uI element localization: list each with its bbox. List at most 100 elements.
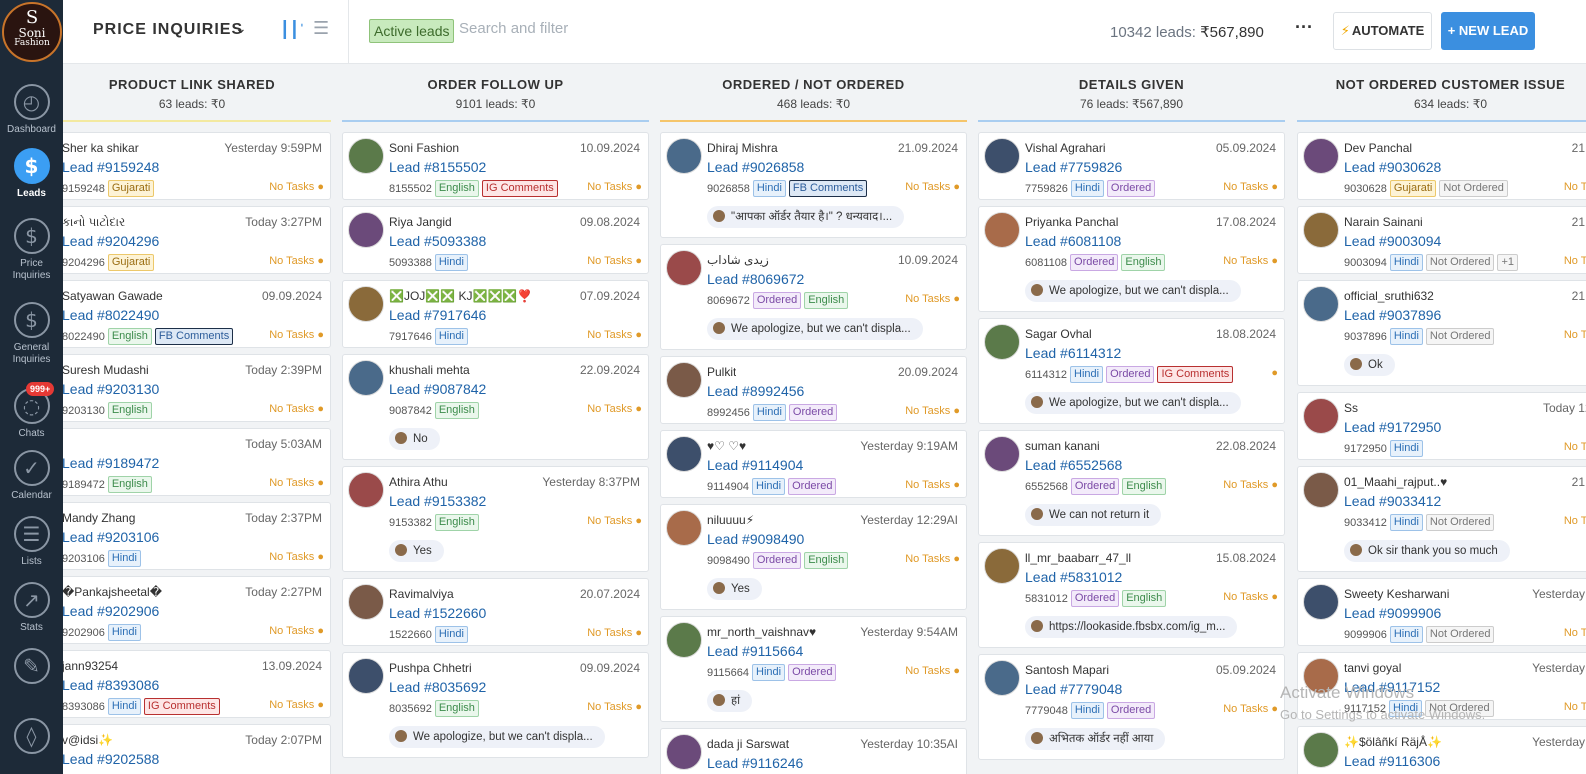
tasks-status[interactable]: No Tasks ● bbox=[587, 701, 642, 713]
tasks-status[interactable]: No Tasks ● bbox=[1223, 591, 1278, 603]
lead-tag[interactable]: Hindi bbox=[1389, 440, 1423, 458]
lead-link[interactable]: Lead #9030628 bbox=[1344, 159, 1441, 175]
lead-card[interactable]: Athira Athu Yesterday 8:37PM Lead #9153382… bbox=[342, 466, 649, 572]
tasks-status[interactable]: No Tasks ● bbox=[905, 405, 960, 417]
sidebar-item-price-inquiries[interactable]: $ Price Inquiries bbox=[0, 218, 63, 282]
lead-tag[interactable]: English bbox=[804, 552, 849, 570]
lead-card[interactable]: ll_mr_baabarr_47_ll 15.08.2024 Lead #58310… bbox=[978, 542, 1285, 648]
lead-tag[interactable]: English bbox=[434, 402, 479, 420]
lead-tag[interactable]: Not Ordered bbox=[1425, 254, 1495, 272]
lead-tag[interactable]: English bbox=[434, 700, 479, 718]
lead-tag[interactable]: English bbox=[107, 476, 152, 494]
tasks-status[interactable]: No Tasks ● bbox=[905, 293, 960, 305]
lead-tag[interactable]: English bbox=[1122, 478, 1167, 496]
lead-tag[interactable]: +1 bbox=[1497, 254, 1518, 272]
lead-tag[interactable]: Ordered bbox=[788, 404, 838, 422]
tasks-status[interactable]: No Tasks ● bbox=[905, 665, 960, 677]
lead-tag[interactable]: Ordered bbox=[1070, 590, 1120, 608]
tasks-status[interactable]: No Tasks ● bbox=[269, 255, 324, 267]
lead-link[interactable]: Lead #9033412 bbox=[1344, 493, 1441, 509]
lead-card[interactable]: mr_north_vaishnav♥ Yesterday 9:54AM Lead #… bbox=[660, 616, 967, 722]
lead-tag[interactable]: IG Comments bbox=[143, 698, 220, 716]
lead-tag[interactable]: Hindi bbox=[1389, 514, 1423, 532]
lead-link[interactable]: Lead #1522660 bbox=[389, 605, 486, 621]
lead-card[interactable]: Pulkit 20.09.2024 Lead #8992456 8992456 Hind… bbox=[660, 356, 967, 424]
lead-tag[interactable]: Ordered bbox=[1106, 366, 1155, 384]
lead-card[interactable]: v@idsi✨ Today 2:07PM Lead #9202588 bbox=[63, 724, 331, 774]
list-view-icon[interactable]: ☰ bbox=[313, 18, 329, 39]
lead-card[interactable]: Santosh Mapari 05.09.2024 Lead #7779048 777… bbox=[978, 654, 1285, 760]
lead-tag[interactable]: Ordered bbox=[752, 552, 802, 570]
more-options-button[interactable]: ··· bbox=[1295, 17, 1313, 38]
lead-tag[interactable]: Ordered bbox=[1070, 478, 1120, 496]
tasks-status[interactable]: No Tasks ● bbox=[587, 627, 642, 639]
lead-link[interactable]: Lead #9116306 bbox=[1344, 753, 1440, 769]
lead-link[interactable]: Lead #6081108 bbox=[1025, 233, 1121, 249]
lead-card[interactable]: niluuuu⚡ Yesterday 12:29AI Lead #9098490 90… bbox=[660, 504, 967, 610]
lead-card[interactable]: Soni Fashion 10.09.2024 Lead #8155502 81555… bbox=[342, 132, 649, 200]
lead-tag[interactable]: Not Ordered bbox=[1425, 328, 1495, 346]
lead-link[interactable]: Lead #7759826 bbox=[1025, 159, 1122, 175]
tasks-status[interactable]: No Tasks ● bbox=[587, 515, 642, 527]
last-message-bubble[interactable]: No bbox=[389, 428, 440, 450]
lead-card[interactable]: Vishal Agrahari 05.09.2024 Lead #7759826 77… bbox=[978, 132, 1285, 200]
tasks-status[interactable]: No Tasks ● bbox=[1223, 255, 1278, 267]
sidebar-item-stats[interactable]: ↗ Stats bbox=[0, 582, 63, 634]
lead-tag[interactable]: IG Comments bbox=[481, 180, 558, 198]
lead-tag[interactable]: FB Comments bbox=[788, 180, 868, 198]
lead-link[interactable]: Lead #9202588 bbox=[63, 751, 159, 767]
lead-link[interactable]: Lead #9159248 bbox=[63, 159, 159, 175]
lead-tag[interactable]: Hindi bbox=[752, 180, 786, 198]
lead-link[interactable]: Lead #9026858 bbox=[707, 159, 804, 175]
tasks-status[interactable]: No Tasks ● bbox=[269, 477, 324, 489]
lead-tag[interactable]: Ordered bbox=[1106, 180, 1156, 198]
lead-tag[interactable]: Ordered bbox=[1106, 702, 1156, 720]
lead-tag[interactable]: Hindi bbox=[434, 626, 468, 644]
last-message-bubble[interactable]: We can not return it bbox=[1025, 504, 1162, 526]
lead-link[interactable]: Lead #8155502 bbox=[389, 159, 486, 175]
tasks-status[interactable]: No Tasks ● bbox=[587, 255, 642, 267]
lead-link[interactable]: Lead #9114904 bbox=[707, 457, 803, 473]
new-lead-button[interactable]: + NEW LEAD bbox=[1441, 12, 1535, 50]
sidebar-item-chats[interactable]: ◌ 999+ Chats bbox=[0, 382, 63, 440]
lead-link[interactable]: Lead #6114312 bbox=[1025, 345, 1121, 361]
lead-card[interactable]: Narain Sainani 21.0 Lead #9003094 9003094Hi… bbox=[1297, 206, 1586, 274]
lead-link[interactable]: Lead #9087842 bbox=[389, 381, 486, 397]
automate-button[interactable]: ⚡ AUTOMATE bbox=[1333, 12, 1432, 50]
chevron-down-icon[interactable]: ⌄ bbox=[235, 20, 247, 37]
lead-link[interactable]: Lead #8069672 bbox=[707, 271, 804, 287]
lead-tag[interactable]: English bbox=[107, 402, 152, 420]
sidebar-item-calendar[interactable]: ✓ Calendar bbox=[0, 450, 63, 502]
last-message-bubble[interactable]: Ok bbox=[1344, 354, 1395, 376]
tasks-status[interactable]: No Tasks ● bbox=[587, 181, 642, 193]
last-message-bubble[interactable]: "आपका ऑर्डर तैयार है।" ? धन्यवाद।... bbox=[707, 206, 905, 228]
lead-tag[interactable]: Hindi bbox=[1389, 254, 1423, 272]
tasks-status[interactable]: No Tasks ● bbox=[269, 181, 324, 193]
lead-card[interactable]: Dhiraj Mishra 21.09.2024 Lead #9026858 9026… bbox=[660, 132, 967, 238]
search-input[interactable] bbox=[459, 20, 759, 37]
lead-card[interactable]: Riya Jangid 09.08.2024 Lead #5093388 509338… bbox=[342, 206, 649, 274]
lead-link[interactable]: Lead #9099906 bbox=[1344, 605, 1441, 621]
lead-card[interactable]: SsToday 12:Lead #91729509172950HindiNo T… bbox=[1297, 392, 1586, 460]
lead-link[interactable]: Lead #9098490 bbox=[707, 531, 804, 547]
brand-logo[interactable]: S Soni Fashion bbox=[2, 2, 62, 62]
lead-card[interactable]: ✨$ölâñkí RäjÅ✨ Yesterday 1 Lead #9116306 bbox=[1297, 726, 1586, 774]
lead-tag[interactable]: Hindi bbox=[752, 478, 786, 496]
lead-tag[interactable]: Ordered bbox=[752, 292, 802, 310]
lead-card[interactable]: �Pankajsheetal� Today 2:27PM Lead #9202906… bbox=[63, 576, 331, 644]
tasks-status[interactable]: No Tasks ● bbox=[1223, 181, 1278, 193]
lead-card[interactable]: Priyanka Panchal 17.08.2024 Lead #6081108 6… bbox=[978, 206, 1285, 312]
lead-link[interactable]: Lead #8992456 bbox=[707, 383, 804, 399]
lead-link[interactable]: Lead #8393086 bbox=[63, 677, 159, 693]
tasks-status[interactable]: No T ● bbox=[1564, 255, 1586, 267]
lead-tag[interactable]: Hindi bbox=[1389, 626, 1423, 644]
sidebar-item-leads[interactable]: $ Leads bbox=[0, 148, 63, 200]
last-message-bubble[interactable]: Yes bbox=[707, 578, 762, 600]
tasks-status[interactable]: No Tasks ● bbox=[1223, 703, 1278, 715]
lead-tag[interactable]: Hindi bbox=[752, 404, 786, 422]
lead-card[interactable]: Today 5:03AM Lead #9189472 9189472 English N… bbox=[63, 428, 331, 496]
lead-link[interactable]: Lead #9003094 bbox=[1344, 233, 1441, 249]
lead-tag[interactable]: Gujarati bbox=[1389, 180, 1437, 198]
lead-card[interactable]: Satyawan Gawade 09.09.2024 Lead #8022490 80… bbox=[63, 280, 331, 348]
lead-tag[interactable]: Hindi bbox=[107, 698, 141, 716]
